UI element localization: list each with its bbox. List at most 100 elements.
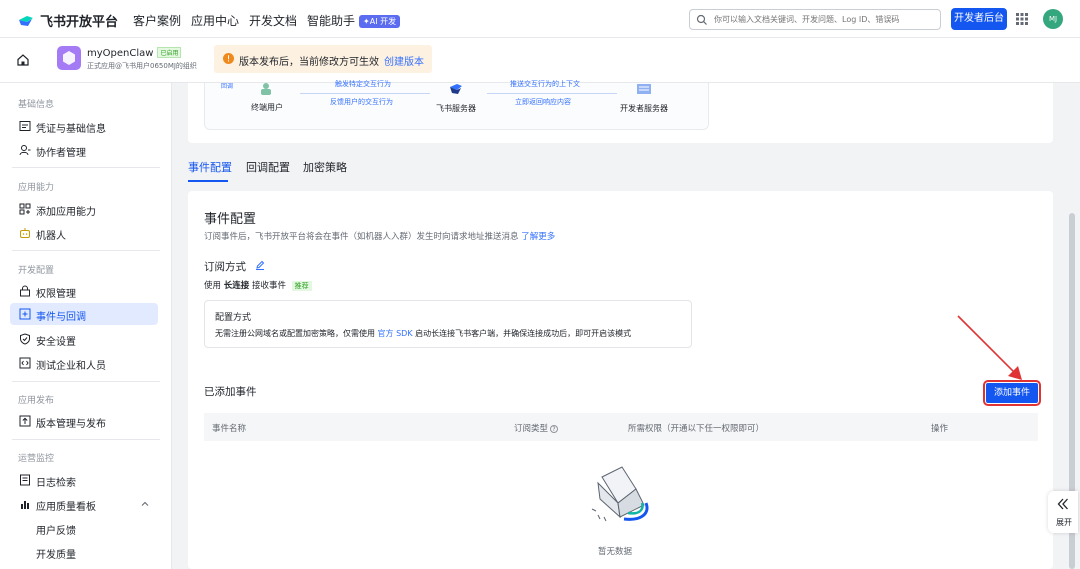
- upload-icon: [19, 415, 31, 427]
- sidebar-item-label: 协作者管理: [36, 148, 86, 159]
- expand-panel-button[interactable]: 展开: [1048, 491, 1078, 533]
- divider: [12, 439, 160, 440]
- sidebar-item-label: 版本管理与发布: [36, 419, 106, 430]
- version-notice: 版本发布后，当前修改方可生效 创建版本: [214, 45, 432, 73]
- lock-icon: [20, 285, 30, 297]
- sidebar-item-test-enterprise[interactable]: 测试企业和人员: [10, 352, 158, 374]
- official-sdk-link[interactable]: 官方 SDK: [378, 329, 413, 338]
- status-badge: 已启用: [157, 47, 182, 58]
- sidebar-item-label: 开发质量: [36, 550, 76, 561]
- col-required-perms: 所需权限（开通以下任一权限即可）: [628, 424, 765, 434]
- id-card-icon: [19, 121, 31, 131]
- user-node-icon: [261, 83, 271, 95]
- tab-event-config[interactable]: 事件配置: [188, 159, 232, 175]
- sidebar-item-credentials[interactable]: 凭证与基础信息: [10, 115, 158, 137]
- node-developer-server: 开发者服务器: [620, 104, 668, 113]
- description-text: 订阅事件后，飞书开放平台将会在事件（如机器人入群）发生时向请求地址推送消息: [204, 232, 519, 242]
- use-prefix: 使用: [204, 281, 222, 291]
- nav-customer-cases[interactable]: 客户案例: [133, 12, 181, 29]
- question-icon[interactable]: ?: [550, 425, 559, 433]
- config-desc-pre: 无需注册公网域名或配置加密策略，仅需使用: [215, 329, 375, 338]
- sidebar-item-versions[interactable]: 版本管理与发布: [10, 410, 158, 432]
- tab-encryption[interactable]: 加密策略: [303, 159, 347, 175]
- flow-diagram: 回调 终端用户 触发特定交互行为 反馈用户的交互行为 飞书服务器 推送交互行为的…: [204, 80, 709, 130]
- search-input[interactable]: [712, 12, 936, 27]
- arrow-label-push-context: 推送交互行为的上下文: [510, 80, 580, 88]
- section-basic-info: 基础信息: [18, 100, 55, 110]
- section-ops-monitoring: 运营监控: [18, 454, 55, 464]
- grid-icon[interactable]: [1016, 13, 1028, 25]
- nav-app-center[interactable]: 应用中心: [191, 12, 239, 29]
- feishu-logo-icon: [19, 15, 33, 26]
- divider: [12, 381, 160, 382]
- app-subtitle: 正式应用@飞书用户0650MJ的组织: [87, 62, 197, 70]
- feishu-server-icon: [450, 84, 462, 94]
- recommended-badge: 推荐: [291, 281, 312, 291]
- sidebar-item-user-feedback[interactable]: 用户反馈: [10, 517, 158, 539]
- sidebar-item-log-search[interactable]: 日志检索: [10, 469, 158, 491]
- sidebar-item-label: 测试企业和人员: [36, 361, 106, 372]
- subscription-mode-title: 订阅方式: [204, 261, 246, 273]
- divider: [12, 167, 160, 168]
- sidebar-item-label: 权限管理: [36, 289, 76, 300]
- config-desc-post: 启动长连接飞书客户端，并确保连接成功后，即可开启该模式: [415, 329, 632, 338]
- section-app-release: 应用发布: [18, 396, 55, 406]
- logo-text: 飞书开放平台: [40, 15, 119, 30]
- user-avatar[interactable]: MJ: [1043, 9, 1063, 29]
- sidebar-item-label: 添加应用能力: [36, 207, 96, 218]
- arrow-label-feedback: 反馈用户的交互行为: [330, 98, 393, 106]
- sidebar-item-label: 凭证与基础信息: [36, 124, 106, 135]
- edit-icon[interactable]: [255, 260, 265, 270]
- node-end-user: 终端用户: [251, 103, 283, 112]
- developer-console-button[interactable]: 开发者后台: [951, 8, 1007, 30]
- flow-arrow-line: [300, 93, 430, 94]
- sidebar: 基础信息 凭证与基础信息 协作者管理 应用能力 添加应用能力 机器人 开发配置 …: [0, 83, 172, 569]
- sidebar-item-label: 安全设置: [36, 337, 76, 348]
- config-method-box: 配置方式 无需注册公网域名或配置加密策略，仅需使用 官方 SDK 启动长连接飞书…: [204, 300, 692, 348]
- app-name-label: myOpenClaw: [87, 48, 154, 59]
- sidebar-item-permissions[interactable]: 权限管理: [10, 280, 158, 302]
- sidebar-item-bot[interactable]: 机器人: [10, 222, 158, 244]
- cube-icon: [63, 51, 75, 65]
- search-icon: [696, 14, 707, 25]
- arrow-label-return-response: 立即返回响应内容: [515, 98, 571, 106]
- sidebar-item-quality-board[interactable]: 应用质量看板: [10, 493, 158, 515]
- empty-state-text: 暂无数据: [598, 547, 633, 557]
- app-name[interactable]: myOpenClaw 已启用: [87, 47, 182, 59]
- nav-dev-docs[interactable]: 开发文档: [249, 12, 297, 29]
- added-events-title: 已添加事件: [204, 386, 257, 398]
- ai-dev-badge: ✦AI 开发: [359, 15, 401, 28]
- chevron-up-icon[interactable]: [140, 499, 150, 509]
- create-version-link[interactable]: 创建版本: [384, 53, 424, 68]
- sidebar-item-dev-quality[interactable]: 开发质量: [10, 541, 158, 563]
- learn-more-link[interactable]: 了解更多: [521, 232, 555, 242]
- page-title: 事件配置: [204, 212, 257, 227]
- flow-arrow-line: [487, 93, 617, 94]
- config-method-desc: 无需注册公网域名或配置加密策略，仅需使用 官方 SDK 启动长连接飞书客户端，并…: [215, 328, 631, 339]
- divider: [12, 250, 160, 251]
- user-icon: [19, 145, 31, 156]
- sidebar-item-security[interactable]: 安全设置: [10, 328, 158, 350]
- warning-icon: [223, 53, 234, 64]
- home-icon[interactable]: [16, 53, 30, 67]
- section-app-capabilities: 应用能力: [18, 183, 55, 193]
- events-table-header: 事件名称 订阅类型? 所需权限（开通以下任一权限即可） 操作: [204, 413, 1038, 441]
- sidebar-item-events-callbacks[interactable]: 事件与回调: [10, 303, 158, 325]
- use-suffix: 接收事件: [251, 281, 286, 291]
- bar-chart-icon: [21, 501, 29, 509]
- app-icon: [57, 46, 81, 70]
- active-tab-indicator: [188, 180, 228, 182]
- tab-callback-config[interactable]: 回调配置: [246, 159, 290, 175]
- arrow-label-trigger: 触发特定交互行为: [335, 80, 391, 88]
- sidebar-item-collaborators[interactable]: 协作者管理: [10, 139, 158, 161]
- sidebar-item-add-capability[interactable]: 添加应用能力: [10, 198, 158, 220]
- search-box[interactable]: [689, 9, 941, 30]
- sidebar-item-label: 机器人: [36, 231, 66, 242]
- logo[interactable]: 飞书开放平台: [18, 11, 118, 30]
- flow-diagram-card: 回调 终端用户 触发特定交互行为 反馈用户的交互行为 飞书服务器 推送交互行为的…: [188, 80, 1053, 143]
- notice-text: 版本发布后，当前修改方可生效: [239, 57, 379, 68]
- callback-tag: 回调: [221, 83, 234, 90]
- top-navbar: 飞书开放平台 客户案例 应用中心 开发文档 智能助手✦AI 开发 开发者后台 M…: [0, 0, 1080, 38]
- nav-ai-assistant[interactable]: 智能助手 ✦AI 开发: [307, 12, 401, 29]
- add-event-button[interactable]: 添加事件: [983, 380, 1041, 406]
